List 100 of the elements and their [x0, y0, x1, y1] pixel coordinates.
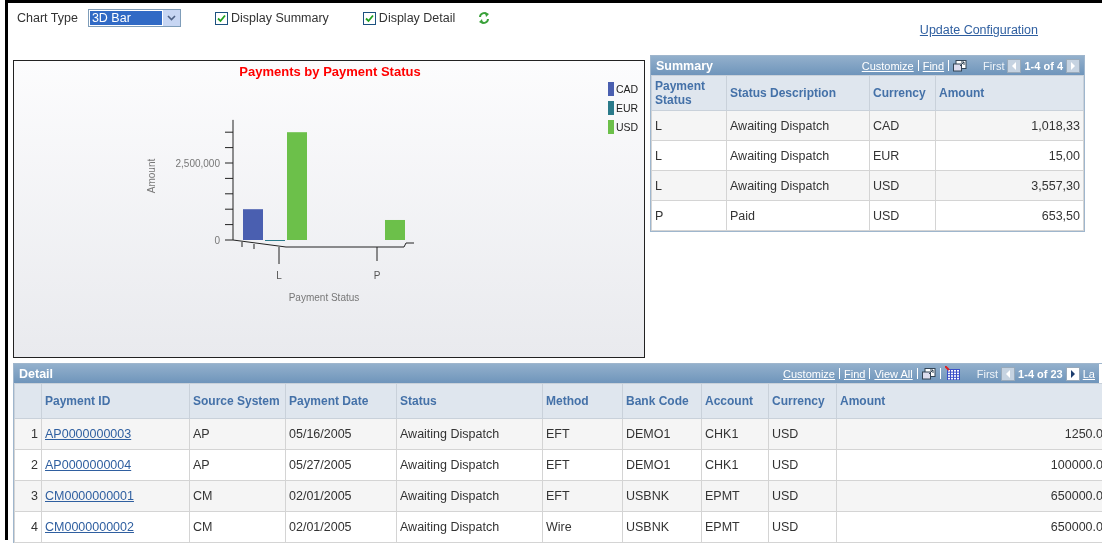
- grid-download-icon[interactable]: [944, 366, 961, 381]
- table-cell: CHK1: [705, 458, 739, 472]
- refresh-icon[interactable]: [477, 11, 492, 25]
- table-cell: USD: [772, 520, 799, 534]
- table-cell: L: [655, 148, 662, 163]
- column-header[interactable]: Amount: [836, 383, 1102, 419]
- chart-title: Payments by Payment Status: [239, 64, 421, 79]
- table-cell: EFT: [546, 489, 570, 503]
- grid-link[interactable]: Customize: [783, 367, 835, 380]
- table-cell: 1,018,33: [1031, 118, 1080, 133]
- legend-label: USD: [616, 121, 639, 133]
- table-cell: 15,00: [1048, 148, 1080, 163]
- checkbox-label: Display Detail: [378, 11, 456, 25]
- table-cell: CHK1: [705, 427, 739, 441]
- table-cell: CAD: [873, 118, 900, 133]
- category-label: L: [276, 270, 282, 281]
- table-cell: USD: [772, 458, 799, 472]
- table-cell: Awaiting Dispatch: [400, 427, 500, 441]
- table-cell: USD: [873, 208, 900, 223]
- table-cell: 650000.0: [1050, 489, 1102, 503]
- tick-label: 2,500,000: [175, 158, 220, 169]
- table-cell: 650000.0: [1050, 520, 1102, 534]
- table-cell: Awaiting Dispatch: [730, 178, 830, 193]
- column-header[interactable]: Amount: [935, 75, 1084, 111]
- legend-label: EUR: [616, 102, 639, 114]
- table-cell: DEMO1: [626, 427, 671, 441]
- table-cell: P: [655, 208, 664, 223]
- last-link[interactable]: La: [1082, 367, 1095, 380]
- new-window-icon[interactable]: [953, 59, 968, 72]
- column-header[interactable]: Bank Code: [622, 383, 702, 419]
- update-configuration-link[interactable]: Update Configuration: [919, 3, 1102, 55]
- table-cell: Wire: [546, 520, 572, 534]
- column-header[interactable]: Currency: [768, 383, 837, 419]
- table-cell: USD: [772, 489, 799, 503]
- column-header[interactable]: Currency: [869, 75, 936, 111]
- table-cell: Awaiting Dispatch: [400, 489, 500, 503]
- chart-type-label: Chart Type: [17, 11, 78, 25]
- column-header[interactable]: Status Description: [726, 75, 870, 111]
- axis-label: Amount: [146, 158, 157, 194]
- table-cell: Awaiting Dispatch: [730, 118, 830, 133]
- checkbox[interactable]: [214, 11, 228, 25]
- grid-link[interactable]: Find: [844, 367, 866, 380]
- table-cell: 653,50: [1041, 208, 1080, 223]
- table-cell: DEMO1: [626, 458, 671, 472]
- next-icon[interactable]: [1065, 366, 1080, 381]
- column-header[interactable]: Payment Date: [285, 383, 397, 419]
- table-cell: EFT: [546, 458, 570, 472]
- table-cell: Awaiting Dispatch: [400, 458, 500, 472]
- table-cell: CM: [193, 489, 213, 503]
- legend-label: CAD: [616, 83, 639, 95]
- table-cell: USBNK: [626, 489, 670, 503]
- category-label: P: [373, 270, 381, 281]
- grid-link[interactable]: Find: [922, 59, 945, 72]
- table-cell: 3,557,30: [1031, 178, 1080, 193]
- table-cell: EPMT: [705, 520, 740, 534]
- grid-link[interactable]: View All: [874, 367, 913, 380]
- table-cell: EUR: [873, 148, 900, 163]
- row-range: 1-4 of 23: [1018, 367, 1063, 380]
- table-cell: USBNK: [626, 520, 670, 534]
- column-header[interactable]: Payment ID: [41, 383, 190, 419]
- column-header[interactable]: Source System: [189, 383, 286, 419]
- table-cell: 100000.0: [1050, 458, 1102, 472]
- checkbox[interactable]: [362, 11, 376, 25]
- table-cell: 1250.0: [1064, 427, 1102, 441]
- row-number: 2: [31, 458, 38, 472]
- chart-type-dropdown[interactable]: 3D Bar: [87, 9, 181, 27]
- row-range: 1-4 of 4: [1024, 59, 1063, 72]
- table-cell: Paid: [730, 208, 756, 223]
- row-number: 4: [31, 520, 38, 534]
- table-cell: L: [655, 118, 662, 133]
- table-cell: EPMT: [705, 489, 740, 503]
- column-header[interactable]: Method: [542, 383, 623, 419]
- row-number: 1: [31, 427, 38, 441]
- checkbox-label: Display Summary: [230, 11, 329, 25]
- table-cell: 02/01/2005: [289, 520, 352, 534]
- table-cell: 02/01/2005: [289, 489, 352, 503]
- axis-label: Payment Status: [288, 292, 360, 303]
- tick-label: 0: [214, 235, 220, 246]
- caret-icon: [166, 15, 176, 21]
- table-cell: CM: [193, 520, 213, 534]
- table-cell: USD: [772, 427, 799, 441]
- table-cell: AP: [193, 427, 210, 441]
- table-cell: Awaiting Dispatch: [730, 148, 830, 163]
- table-cell: 05/27/2005: [289, 458, 352, 472]
- table-cell: Awaiting Dispatch: [400, 520, 500, 534]
- column-header[interactable]: Payment Status: [651, 75, 727, 111]
- grid-link[interactable]: Customize: [861, 59, 914, 72]
- table-cell: L: [655, 178, 662, 193]
- row-number: 3: [31, 489, 38, 503]
- table-cell: USD: [873, 178, 900, 193]
- bar: [385, 220, 405, 240]
- table-cell: AP: [193, 458, 210, 472]
- grid-title: Detail: [19, 366, 54, 381]
- table-cell: 05/16/2005: [289, 427, 352, 441]
- table-cell: EFT: [546, 427, 570, 441]
- grid-title: Summary: [656, 58, 713, 73]
- column-header[interactable]: Status: [396, 383, 543, 419]
- column-header[interactable]: Account: [701, 383, 769, 419]
- new-window-icon[interactable]: [921, 367, 936, 380]
- bar: [243, 209, 263, 240]
